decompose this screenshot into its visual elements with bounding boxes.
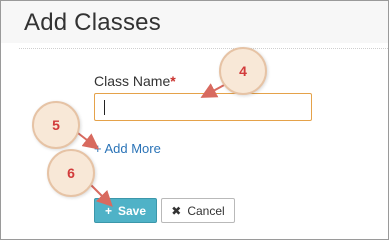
- callout-4-arrow: [200, 83, 227, 98]
- callout-6-arrow: [89, 183, 113, 207]
- callout-5: 5: [32, 101, 80, 149]
- callout-4: 4: [219, 47, 267, 95]
- callout-6: 6: [47, 149, 95, 197]
